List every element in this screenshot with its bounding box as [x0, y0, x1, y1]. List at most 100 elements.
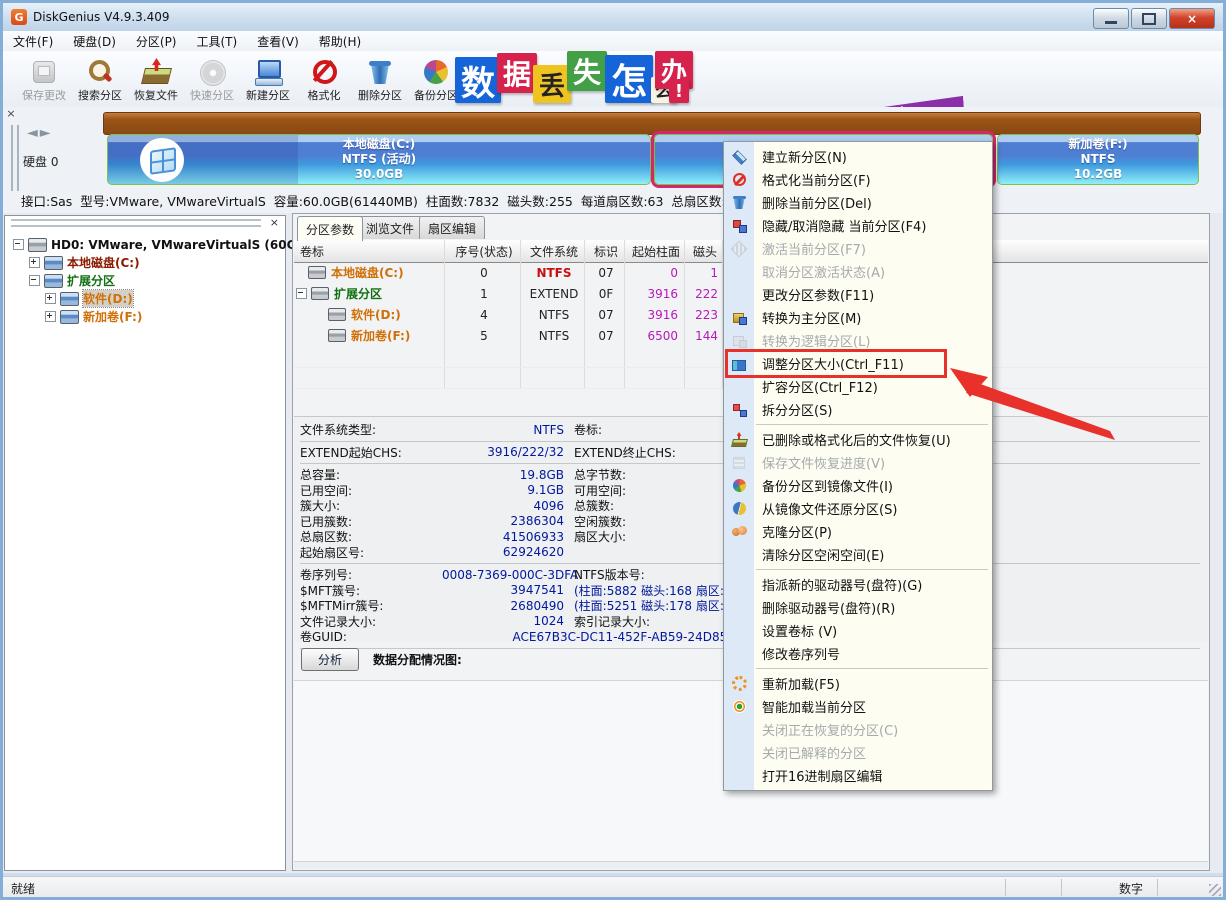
menu-view[interactable]: 查看(V) [247, 31, 309, 52]
partition-f[interactable]: 新加卷(F:) NTFS 10.2GB [997, 134, 1199, 185]
expand-icon[interactable] [45, 293, 56, 304]
maximize-button[interactable] [1131, 8, 1167, 29]
menu-item-hide-unhide-partition[interactable]: 隐藏/取消隐藏 当前分区(F4) [724, 214, 992, 237]
col-volume-label[interactable]: 卷标 [300, 240, 324, 262]
menu-separator [724, 421, 992, 428]
menu-item-activate-partition[interactable]: 激活当前分区(F7) [724, 237, 992, 260]
disk-bar[interactable] [103, 112, 1201, 135]
menu-file[interactable]: 文件(F) [3, 31, 63, 52]
horizontal-scrollbar[interactable] [294, 861, 1208, 869]
backup-image-icon [733, 479, 746, 492]
col-seq-status[interactable]: 序号(状态) [446, 240, 522, 262]
minimize-button[interactable] [1093, 8, 1129, 29]
menu-item-recover-deleted-files[interactable]: 已删除或格式化后的文件恢复(U) [724, 428, 992, 451]
quick-partition-icon [198, 58, 226, 86]
menu-item-remove-drive-letter[interactable]: 删除驱动器号(盘符)(R) [724, 596, 992, 619]
menu-item-smart-load-current-partition[interactable]: 智能加载当前分区 [724, 695, 992, 718]
banner-tile: 数 [455, 57, 501, 103]
save-changes-icon [30, 58, 58, 86]
banner-tile: 怎 [605, 55, 653, 103]
convert-logical-icon [732, 333, 747, 348]
col-id[interactable]: 标识 [586, 240, 626, 262]
tree-item-new-volume-f[interactable]: 新加卷(F:) [45, 308, 142, 325]
menu-tools[interactable]: 工具(T) [187, 31, 248, 52]
next-disk-icon[interactable]: ► [40, 125, 53, 141]
new-partition-icon [732, 150, 747, 165]
close-button[interactable]: × [1169, 8, 1215, 29]
delete-partition-button[interactable]: 删除分区 [353, 53, 407, 105]
collapse-icon[interactable] [13, 239, 24, 250]
tree-close-icon[interactable]: × [270, 216, 279, 229]
menu-item-open-hex-sector-editor[interactable]: 打开16进制扇区编辑 [724, 764, 992, 787]
hide-partition-icon [732, 218, 747, 233]
tree-item-local-disk-c[interactable]: 本地磁盘(C:) [29, 254, 140, 271]
recover-files-button[interactable]: 恢复文件 [129, 53, 183, 105]
smart-load-icon [733, 700, 746, 713]
tree-item-extended-partition[interactable]: 扩展分区 [29, 272, 115, 289]
col-start-cylinder[interactable]: 起始柱面 [626, 240, 686, 262]
col-filesystem[interactable]: 文件系统 [522, 240, 586, 262]
new-partition-button[interactable]: 新建分区 [241, 53, 295, 105]
menu-item-create-new-partition[interactable]: 建立新分区(N) [724, 145, 992, 168]
analyze-button[interactable]: 分析 [301, 648, 359, 671]
tree-grip[interactable] [11, 219, 261, 227]
disk-icon [28, 238, 47, 252]
recover-files-icon [142, 58, 170, 86]
resize-grip[interactable] [1209, 884, 1221, 896]
partition-icon [311, 287, 329, 300]
minimize-icon [1105, 21, 1117, 24]
menu-item-change-partition-params[interactable]: 更改分区参数(F11) [724, 283, 992, 306]
save-changes-button[interactable]: 保存更改 [17, 53, 71, 105]
menu-item-close-interpreted-partition[interactable]: 关闭已解释的分区 [724, 741, 992, 764]
menu-item-cancel-partition-active[interactable]: 取消分区激活状态(A) [724, 260, 992, 283]
menu-item-close-recovering-partition[interactable]: 关闭正在恢复的分区(C) [724, 718, 992, 741]
menu-item-delete-current-partition[interactable]: 删除当前分区(Del) [724, 191, 992, 214]
tab-sector-edit[interactable]: 扇区编辑 [419, 216, 485, 239]
format-button[interactable]: 格式化 [297, 53, 351, 105]
menu-item-assign-drive-letter[interactable]: 指派新的驱动器号(盘符)(G) [724, 573, 992, 596]
menu-help[interactable]: 帮助(H) [309, 31, 371, 52]
format-icon [310, 58, 338, 86]
partition-icon [44, 256, 63, 270]
menu-item-resize-partition[interactable]: 调整分区大小(Ctrl_F11) [724, 352, 992, 375]
used-space-shade [108, 135, 298, 184]
menu-item-clone-partition[interactable]: 克隆分区(P) [724, 520, 992, 543]
menu-item-save-recovery-progress[interactable]: 保存文件恢复进度(V) [724, 451, 992, 474]
menu-item-convert-to-primary[interactable]: 转换为主分区(M) [724, 306, 992, 329]
menu-item-backup-partition-to-image[interactable]: 备份分区到镜像文件(I) [724, 474, 992, 497]
tab-partition-params[interactable]: 分区参数 [297, 216, 363, 241]
app-logo-icon: G [11, 9, 27, 25]
tree-item-software-d[interactable]: 软件(D:) [45, 290, 133, 307]
search-partition-icon [86, 58, 114, 86]
menu-partition[interactable]: 分区(P) [126, 31, 187, 52]
partition-icon [328, 308, 346, 321]
partition-c[interactable]: 本地磁盘(C:) NTFS (活动) 30.0GB [107, 134, 651, 185]
menu-item-set-volume-label[interactable]: 设置卷标 (V) [724, 619, 992, 642]
backup-partition-icon [422, 58, 450, 86]
tab-browse-files[interactable]: 浏览文件 [357, 216, 423, 239]
search-partition-button[interactable]: 搜索分区 [73, 53, 127, 105]
partition-context-menu: 建立新分区(N) 格式化当前分区(F) 删除当前分区(Del) 隐藏/取消隐藏 … [723, 141, 993, 791]
collapse-icon[interactable] [296, 288, 307, 299]
panel-close-icon[interactable]: × [5, 108, 17, 120]
quick-partition-button[interactable]: 快速分区 [185, 53, 239, 105]
collapse-icon[interactable] [29, 275, 40, 286]
menu-item-format-current-partition[interactable]: 格式化当前分区(F) [724, 168, 992, 191]
menu-item-change-volume-serial[interactable]: 修改卷序列号 [724, 642, 992, 665]
menu-item-restore-partition-from-image[interactable]: 从镜像文件还原分区(S) [724, 497, 992, 520]
tree-item-hd0[interactable]: HD0: VMware, VMwareVirtualS (60GB) [13, 236, 311, 253]
menu-item-extend-partition[interactable]: 扩容分区(Ctrl_F12) [724, 375, 992, 398]
format-icon [733, 173, 746, 186]
expand-icon[interactable] [29, 257, 40, 268]
disk-nav: ◄► [27, 125, 53, 141]
expand-icon[interactable] [45, 311, 56, 322]
menu-disk[interactable]: 硬盘(D) [63, 31, 126, 52]
toolbar: 保存更改 搜索分区 恢复文件 快速分区 新建分区 格式化 删除分区 备份分区 数… [3, 51, 1223, 108]
col-head[interactable]: 磁头 [686, 240, 724, 262]
resize-partition-icon [732, 360, 746, 371]
menu-item-split-partition[interactable]: 拆分分区(S) [724, 398, 992, 421]
menu-item-reload[interactable]: 重新加载(F5) [724, 672, 992, 695]
prev-disk-icon[interactable]: ◄ [27, 125, 40, 141]
menu-item-clear-free-space[interactable]: 清除分区空闲空间(E) [724, 543, 992, 566]
panel-grip[interactable] [11, 125, 19, 191]
